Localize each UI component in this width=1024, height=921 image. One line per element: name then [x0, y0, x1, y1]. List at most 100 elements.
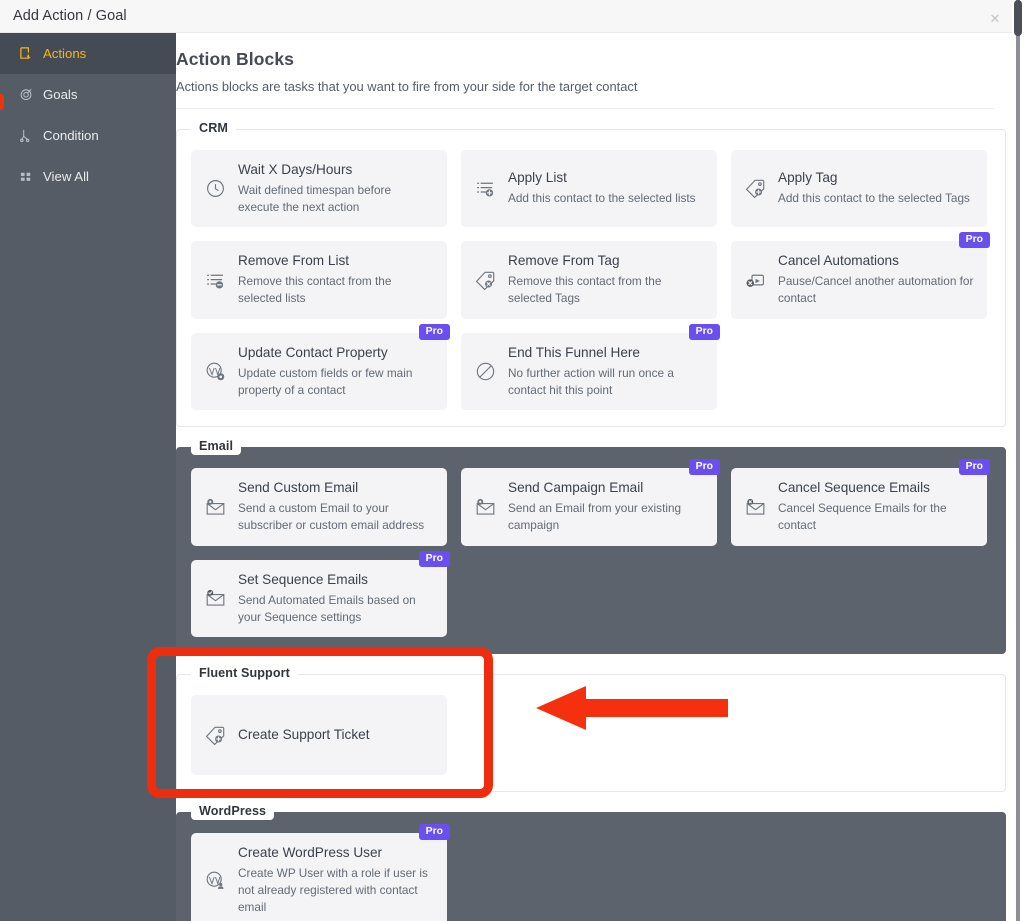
action-card-wait-x-days-hours[interactable]: Wait X Days/Hours Wait defined timespan …	[191, 150, 447, 227]
card-body: Apply List Add this contact to the selec…	[508, 170, 705, 207]
card-grid: Wait X Days/Hours Wait defined timespan …	[191, 150, 991, 410]
clock-icon	[203, 177, 227, 201]
action-card-send-custom-email[interactable]: Send Custom Email Send a custom Email to…	[191, 468, 447, 545]
panel-header: Action Blocks Actions blocks are tasks t…	[176, 47, 994, 109]
card-description: Update custom fields or few main propert…	[238, 365, 435, 399]
pro-badge: Pro	[419, 551, 450, 567]
card-title: Cancel Automations	[778, 253, 975, 270]
tag-add-icon	[743, 177, 767, 201]
card-description: No further action will run once a contac…	[508, 365, 705, 399]
card-description: Send a custom Email to your subscriber o…	[238, 500, 435, 534]
email-check-icon	[203, 587, 227, 611]
section-crm: CRM Wait X Days/Hours Wait defined times…	[176, 129, 1006, 427]
card-body: Create WordPress User Create WP User wit…	[238, 845, 435, 915]
list-add-icon	[473, 177, 497, 201]
card-grid: Create Support Ticket	[191, 695, 991, 775]
scrollbar-thumb[interactable]	[1014, 0, 1022, 36]
branch-icon	[19, 128, 34, 143]
sidebar-item-actions[interactable]: Actions	[0, 33, 176, 74]
pro-badge: Pro	[689, 324, 720, 340]
card-body: Apply Tag Add this contact to the select…	[778, 170, 975, 207]
grid-icon	[19, 169, 34, 184]
card-description: Wait defined timespan before execute the…	[238, 182, 435, 216]
pro-badge: Pro	[689, 459, 720, 475]
tag-add-icon	[203, 723, 227, 747]
card-title: End This Funnel Here	[508, 345, 705, 362]
page-title: Action Blocks	[176, 49, 994, 70]
wordpress-user-icon	[203, 869, 227, 893]
email-send-icon	[473, 495, 497, 519]
card-body: End This Funnel Here No further action w…	[508, 345, 705, 398]
action-card-apply-list[interactable]: Apply List Add this contact to the selec…	[461, 150, 717, 227]
action-card-set-sequence-emails[interactable]: Pro Set Sequence Emails Send Automated E…	[191, 560, 447, 637]
scrollbar-track[interactable]	[1016, 0, 1020, 921]
header-divider	[176, 108, 994, 109]
wordpress-edit-icon	[203, 360, 227, 384]
card-description: Remove this contact from the selected li…	[238, 273, 435, 307]
card-title: Apply Tag	[778, 170, 975, 187]
target-icon	[19, 87, 34, 102]
sidebar-item-view-all[interactable]: View All	[0, 156, 176, 197]
card-description: Add this contact to the selected Tags	[778, 190, 975, 207]
card-body: Remove From List Remove this contact fro…	[238, 253, 435, 306]
card-body: Send Campaign Email Send an Email from y…	[508, 480, 705, 533]
card-grid: Pro Create WordPress User Create WP User…	[191, 833, 991, 921]
action-card-remove-from-list[interactable]: Remove From List Remove this contact fro…	[191, 241, 447, 318]
card-title: Apply List	[508, 170, 705, 187]
actions-icon	[19, 46, 34, 61]
modal-title: Add Action / Goal	[13, 8, 127, 24]
pro-badge: Pro	[419, 824, 450, 840]
sidebar-item-label: Actions	[43, 46, 86, 61]
card-body: Create Support Ticket	[238, 727, 435, 744]
section-legend: Email	[191, 437, 241, 455]
vertical-scrollbar[interactable]	[1012, 0, 1024, 921]
card-grid: Send Custom Email Send a custom Email to…	[191, 468, 991, 637]
card-body: Remove From Tag Remove this contact from…	[508, 253, 705, 306]
action-card-cancel-sequence-emails[interactable]: Pro Cancel Sequence Emails Cancel Sequen…	[731, 468, 987, 545]
modal-titlebar: Add Action / Goal ✕	[0, 0, 1012, 33]
card-title: Create WordPress User	[238, 845, 435, 862]
close-icon[interactable]: ✕	[986, 9, 1004, 27]
card-title: Create Support Ticket	[238, 727, 435, 744]
action-card-create-support-ticket[interactable]: Create Support Ticket	[191, 695, 447, 775]
no-entry-icon	[473, 360, 497, 384]
section-wordpress: WordPress Pro Create WordPress User Crea…	[176, 812, 1006, 921]
tag-remove-icon	[473, 268, 497, 292]
action-card-remove-from-tag[interactable]: Remove From Tag Remove this contact from…	[461, 241, 717, 318]
card-body: Update Contact Property Update custom fi…	[238, 345, 435, 398]
section-email: Email Send Custom Email Send a custom Em…	[176, 447, 1006, 654]
card-body: Send Custom Email Send a custom Email to…	[238, 480, 435, 533]
card-title: Cancel Sequence Emails	[778, 480, 975, 497]
card-description: Create WP User with a role if user is no…	[238, 865, 435, 915]
card-body: Cancel Automations Pause/Cancel another …	[778, 253, 975, 306]
action-card-send-campaign-email[interactable]: Pro Send Campaign Email Send an Email fr…	[461, 468, 717, 545]
card-title: Remove From Tag	[508, 253, 705, 270]
section-legend: CRM	[191, 119, 236, 137]
modal-sidebar: Actions Goals Condition View All	[0, 33, 176, 921]
cancel-automation-icon	[743, 268, 767, 292]
section-legend: WordPress	[191, 802, 274, 820]
email-cancel-icon	[743, 495, 767, 519]
sidebar-item-label: Goals	[43, 87, 77, 102]
action-card-apply-tag[interactable]: Apply Tag Add this contact to the select…	[731, 150, 987, 227]
card-title: Remove From List	[238, 253, 435, 270]
sidebar-item-condition[interactable]: Condition	[0, 115, 176, 156]
email-send-icon	[203, 495, 227, 519]
action-card-create-wordpress-user[interactable]: Pro Create WordPress User Create WP User…	[191, 833, 447, 921]
sidebar-item-goals[interactable]: Goals	[0, 74, 176, 115]
card-body: Wait X Days/Hours Wait defined timespan …	[238, 162, 435, 215]
card-title: Set Sequence Emails	[238, 572, 435, 589]
action-card-end-this-funnel-here[interactable]: Pro End This Funnel Here No further acti…	[461, 333, 717, 410]
pro-badge: Pro	[419, 324, 450, 340]
card-title: Wait X Days/Hours	[238, 162, 435, 179]
sidebar-item-label: Condition	[43, 128, 99, 143]
action-card-cancel-automations[interactable]: Pro Cancel Automations Pause/Cancel anot…	[731, 241, 987, 318]
card-title: Update Contact Property	[238, 345, 435, 362]
card-description: Send Automated Emails based on your Sequ…	[238, 592, 435, 626]
section-fluent-support: Fluent Support Create Support Ticket	[176, 674, 1006, 792]
page-subtitle: Actions blocks are tasks that you want t…	[176, 79, 994, 94]
card-description: Send an Email from your existing campaig…	[508, 500, 705, 534]
action-card-update-contact-property[interactable]: Pro Update Contact Property Update custo…	[191, 333, 447, 410]
card-description: Pause/Cancel another automation for cont…	[778, 273, 975, 307]
section-legend: Fluent Support	[191, 664, 298, 682]
